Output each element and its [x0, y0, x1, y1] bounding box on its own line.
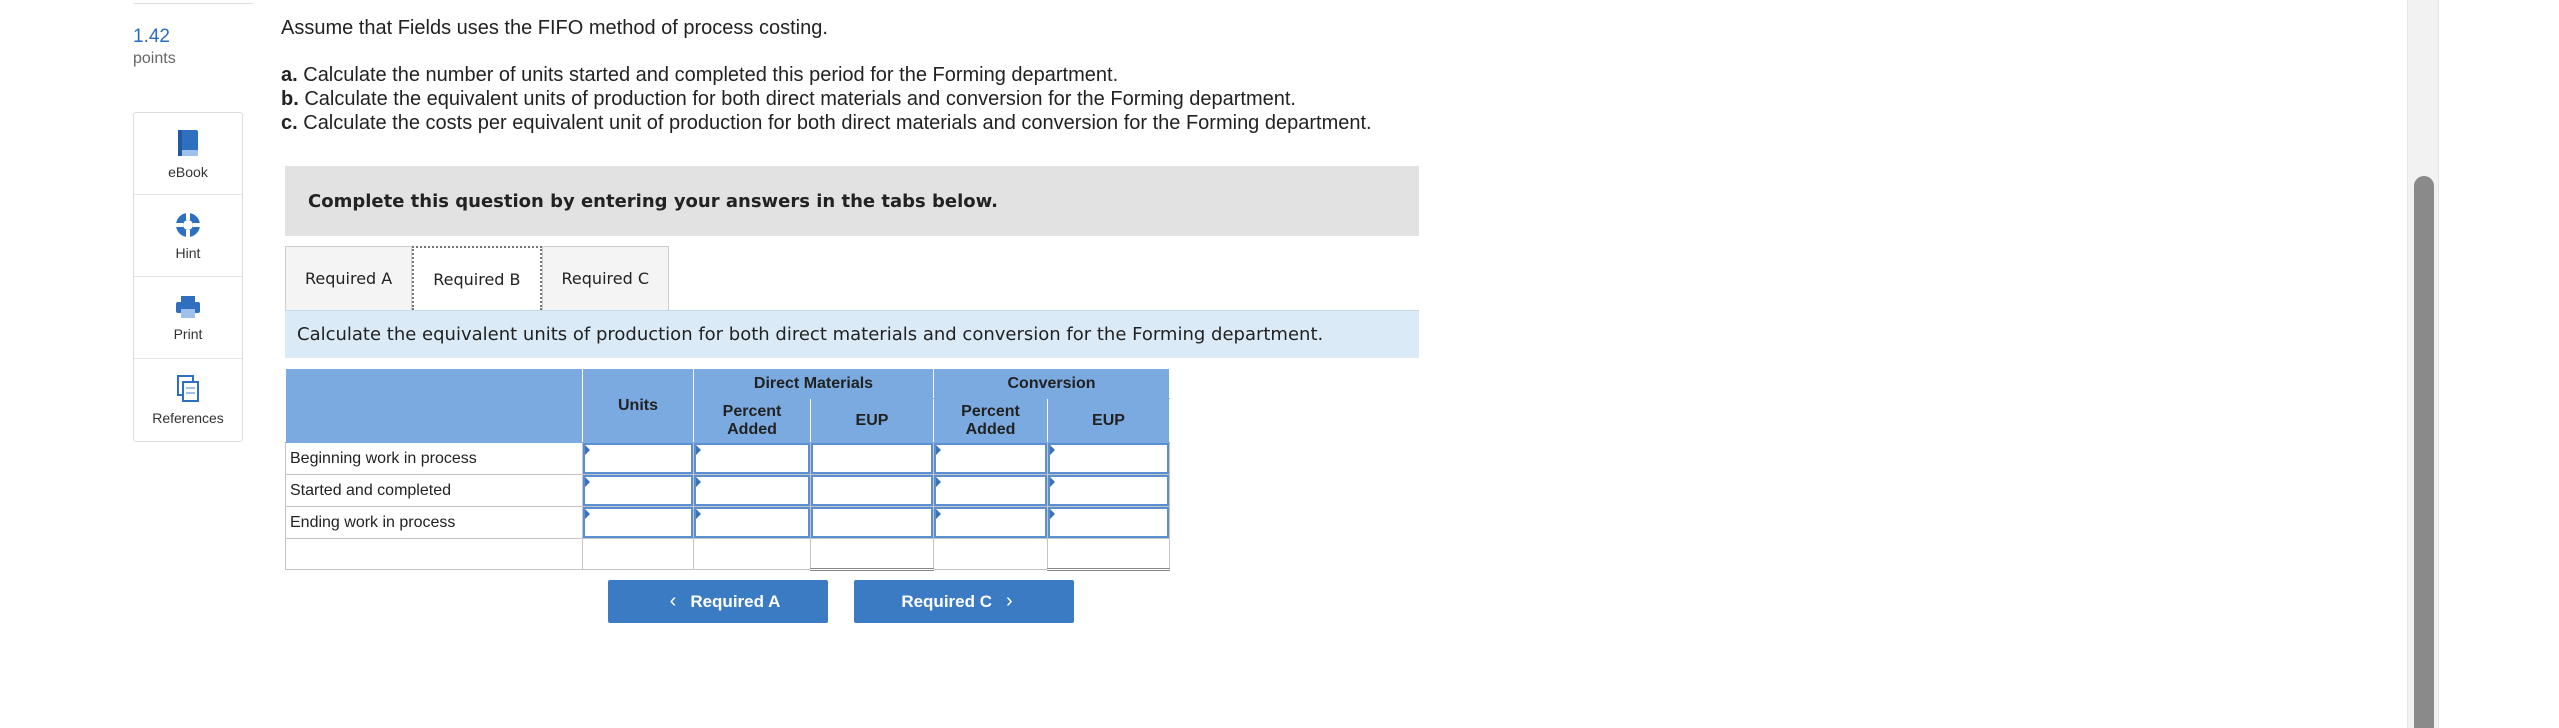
references-label: References	[152, 410, 224, 426]
dm-eup-input[interactable]	[811, 443, 933, 474]
documents-icon	[177, 375, 199, 402]
conv-eup-input[interactable]	[1048, 443, 1169, 474]
requirement-a: a. Calculate the number of units started…	[281, 64, 1119, 86]
conv-percent-added-header: Percent Added	[933, 398, 1048, 443]
row-label: Ending work in process	[285, 506, 583, 539]
tool-panel: eBook Hint Print References	[133, 112, 243, 442]
chevron-right-icon: ›	[1006, 590, 1013, 612]
requirements-list: a. Calculate the number of units started…	[281, 63, 1372, 135]
row-label: Beginning work in process	[285, 442, 583, 475]
row-label: Started and completed	[285, 474, 583, 507]
hint-button[interactable]: Hint	[134, 195, 242, 277]
total-row-label	[285, 538, 583, 570]
scrollbar[interactable]	[2407, 0, 2439, 728]
dm-eup-total-cell	[810, 538, 934, 571]
conv-eup-input[interactable]	[1048, 507, 1169, 538]
table-row: Beginning work in process	[285, 442, 1170, 475]
ebook-label: eBook	[168, 163, 208, 180]
dm-eup-input[interactable]	[811, 507, 933, 538]
tab-instruction-text: Calculate the equivalent units of produc…	[297, 324, 1324, 345]
printer-icon	[176, 295, 200, 318]
prev-required-a-button[interactable]: ‹ Required A	[608, 580, 828, 623]
units-total-cell	[582, 538, 694, 570]
question-intro: Assume that Fields uses the FIFO method …	[281, 17, 828, 39]
dm-percent-input[interactable]	[694, 475, 810, 506]
tab-instruction: Calculate the equivalent units of produc…	[285, 310, 1419, 358]
print-label: Print	[173, 325, 203, 342]
dm-percent-input[interactable]	[694, 443, 810, 474]
points-value: 1.42	[133, 26, 170, 47]
conv-percent-input[interactable]	[934, 475, 1047, 506]
dm-eup-input[interactable]	[811, 475, 933, 506]
tab-bar: Required A Required B Required C	[285, 246, 669, 310]
row-label-header	[285, 368, 583, 443]
conv-percent-input[interactable]	[934, 507, 1047, 538]
units-input[interactable]	[583, 443, 693, 474]
top-divider	[133, 0, 253, 4]
references-button[interactable]: References	[134, 359, 242, 441]
dm-eup-header: EUP	[810, 398, 934, 443]
conv-eup-total-cell	[1047, 538, 1170, 571]
next-required-c-button[interactable]: Required C ›	[854, 580, 1074, 623]
hint-label: Hint	[175, 244, 201, 261]
tab-required-a[interactable]: Required A	[285, 246, 413, 310]
print-button[interactable]: Print	[134, 277, 242, 359]
instruction-banner: Complete this question by entering your …	[285, 166, 1419, 236]
conversion-header: Conversion	[933, 368, 1170, 399]
requirement-c: c. Calculate the costs per equivalent un…	[281, 112, 1372, 134]
banner-text: Complete this question by entering your …	[308, 190, 998, 212]
eup-table: Units Direct Materials Conversion Percen…	[285, 368, 1170, 571]
units-input[interactable]	[583, 507, 693, 538]
lifebuoy-icon	[176, 212, 200, 237]
table-row	[285, 538, 1170, 571]
conv-percent-input[interactable]	[934, 443, 1047, 474]
units-input[interactable]	[583, 475, 693, 506]
table-row: Started and completed	[285, 474, 1170, 507]
dm-percent-total-cell	[693, 538, 811, 570]
points-label: points	[133, 50, 176, 67]
dm-percent-added-header: Percent Added	[693, 398, 811, 443]
scrollbar-thumb[interactable]	[2414, 176, 2434, 728]
next-button-label: Required C	[901, 591, 992, 611]
tab-required-b[interactable]: Required B	[412, 246, 542, 310]
prev-button-label: Required A	[690, 591, 781, 611]
ebook-button[interactable]: eBook	[134, 113, 242, 195]
book-icon	[178, 129, 198, 156]
units-header: Units	[582, 368, 694, 443]
conv-percent-total-cell	[933, 538, 1048, 570]
direct-materials-header: Direct Materials	[693, 368, 934, 399]
conv-eup-input[interactable]	[1048, 475, 1169, 506]
table-row: Ending work in process	[285, 506, 1170, 539]
chevron-left-icon: ‹	[669, 590, 677, 612]
tab-required-c[interactable]: Required C	[541, 246, 669, 310]
requirement-b: b. Calculate the equivalent units of pro…	[281, 88, 1296, 110]
conv-eup-header: EUP	[1047, 398, 1170, 443]
dm-percent-input[interactable]	[694, 507, 810, 538]
